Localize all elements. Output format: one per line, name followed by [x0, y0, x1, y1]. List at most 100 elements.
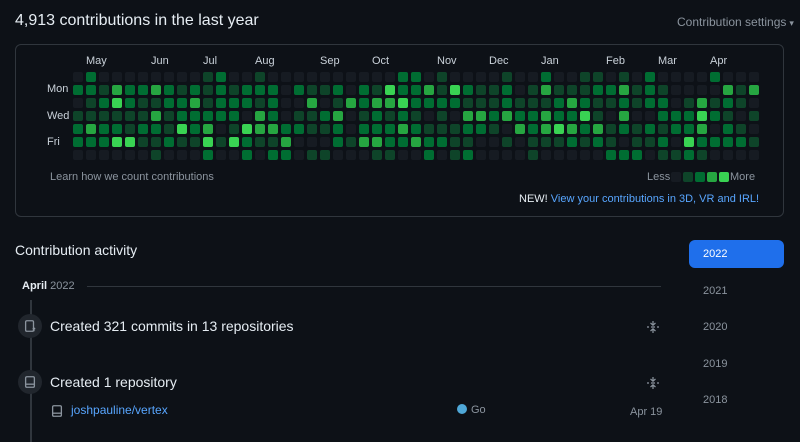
contribution-day-cell[interactable]	[333, 98, 343, 108]
contribution-day-cell[interactable]	[86, 98, 96, 108]
contribution-day-cell[interactable]	[216, 98, 226, 108]
contribution-day-cell[interactable]	[697, 98, 707, 108]
contribution-day-cell[interactable]	[645, 72, 655, 82]
contribution-day-cell[interactable]	[658, 85, 668, 95]
contribution-day-cell[interactable]	[346, 98, 356, 108]
contribution-day-cell[interactable]	[619, 98, 629, 108]
contribution-day-cell[interactable]	[125, 72, 135, 82]
contribution-day-cell[interactable]	[476, 150, 486, 160]
contribution-day-cell[interactable]	[385, 72, 395, 82]
contribution-day-cell[interactable]	[372, 98, 382, 108]
contribution-day-cell[interactable]	[73, 124, 83, 134]
contribution-day-cell[interactable]	[190, 98, 200, 108]
contribution-day-cell[interactable]	[320, 150, 330, 160]
contribution-day-cell[interactable]	[593, 72, 603, 82]
contribution-day-cell[interactable]	[398, 124, 408, 134]
contribution-day-cell[interactable]	[203, 137, 213, 147]
contribution-day-cell[interactable]	[593, 85, 603, 95]
repository-event-title[interactable]: Created 1 repository	[50, 374, 177, 390]
contribution-day-cell[interactable]	[632, 150, 642, 160]
contribution-day-cell[interactable]	[398, 150, 408, 160]
contribution-day-cell[interactable]	[528, 85, 538, 95]
contribution-day-cell[interactable]	[112, 98, 122, 108]
contribution-day-cell[interactable]	[606, 85, 616, 95]
contribution-day-cell[interactable]	[606, 150, 616, 160]
contribution-day-cell[interactable]	[99, 72, 109, 82]
contribution-day-cell[interactable]	[697, 72, 707, 82]
contribution-day-cell[interactable]	[346, 85, 356, 95]
contribution-day-cell[interactable]	[710, 111, 720, 121]
contribution-day-cell[interactable]	[697, 150, 707, 160]
contribution-day-cell[interactable]	[437, 137, 447, 147]
contribution-day-cell[interactable]	[333, 85, 343, 95]
contribution-day-cell[interactable]	[749, 124, 759, 134]
contribution-day-cell[interactable]	[749, 150, 759, 160]
contribution-day-cell[interactable]	[723, 85, 733, 95]
contribution-day-cell[interactable]	[632, 137, 642, 147]
contribution-day-cell[interactable]	[450, 137, 460, 147]
contribution-day-cell[interactable]	[580, 98, 590, 108]
contribution-day-cell[interactable]	[372, 124, 382, 134]
contribution-day-cell[interactable]	[437, 72, 447, 82]
contribution-day-cell[interactable]	[385, 98, 395, 108]
contribution-day-cell[interactable]	[320, 72, 330, 82]
contribution-day-cell[interactable]	[190, 72, 200, 82]
contribution-day-cell[interactable]	[99, 124, 109, 134]
contribution-day-cell[interactable]	[398, 72, 408, 82]
contribution-day-cell[interactable]	[255, 137, 265, 147]
contribution-day-cell[interactable]	[593, 124, 603, 134]
contribution-day-cell[interactable]	[658, 124, 668, 134]
contribution-day-cell[interactable]	[294, 150, 304, 160]
contribution-day-cell[interactable]	[177, 98, 187, 108]
contribution-day-cell[interactable]	[229, 111, 239, 121]
contribution-day-cell[interactable]	[515, 137, 525, 147]
contribution-day-cell[interactable]	[255, 150, 265, 160]
contribution-day-cell[interactable]	[359, 72, 369, 82]
contribution-day-cell[interactable]	[86, 124, 96, 134]
contribution-day-cell[interactable]	[294, 124, 304, 134]
contribution-day-cell[interactable]	[138, 124, 148, 134]
contribution-day-cell[interactable]	[450, 85, 460, 95]
contribution-day-cell[interactable]	[515, 124, 525, 134]
contribution-day-cell[interactable]	[411, 85, 421, 95]
contribution-day-cell[interactable]	[476, 72, 486, 82]
contribution-day-cell[interactable]	[138, 137, 148, 147]
contribution-day-cell[interactable]	[593, 111, 603, 121]
contribution-day-cell[interactable]	[684, 111, 694, 121]
contribution-day-cell[interactable]	[671, 98, 681, 108]
contribution-day-cell[interactable]	[476, 124, 486, 134]
contribution-day-cell[interactable]	[489, 124, 499, 134]
year-button-2022[interactable]: 2022	[689, 240, 784, 268]
contribution-day-cell[interactable]	[164, 124, 174, 134]
contribution-day-cell[interactable]	[541, 85, 551, 95]
contribution-day-cell[interactable]	[463, 124, 473, 134]
contribution-day-cell[interactable]	[554, 150, 564, 160]
contribution-day-cell[interactable]	[216, 137, 226, 147]
contribution-day-cell[interactable]	[99, 85, 109, 95]
contribution-day-cell[interactable]	[294, 85, 304, 95]
contribution-day-cell[interactable]	[281, 111, 291, 121]
contribution-day-cell[interactable]	[138, 72, 148, 82]
contribution-day-cell[interactable]	[268, 72, 278, 82]
contribution-day-cell[interactable]	[411, 111, 421, 121]
contribution-day-cell[interactable]	[359, 137, 369, 147]
contribution-day-cell[interactable]	[580, 150, 590, 160]
contribution-day-cell[interactable]	[151, 124, 161, 134]
contribution-day-cell[interactable]	[203, 98, 213, 108]
contribution-day-cell[interactable]	[307, 72, 317, 82]
contribution-day-cell[interactable]	[632, 124, 642, 134]
contribution-day-cell[interactable]	[398, 98, 408, 108]
contribution-day-cell[interactable]	[346, 150, 356, 160]
contribution-day-cell[interactable]	[424, 111, 434, 121]
contribution-day-cell[interactable]	[632, 85, 642, 95]
contribution-day-cell[interactable]	[697, 124, 707, 134]
contribution-day-cell[interactable]	[736, 150, 746, 160]
contribution-day-cell[interactable]	[749, 137, 759, 147]
contribution-day-cell[interactable]	[281, 98, 291, 108]
contribution-day-cell[interactable]	[112, 124, 122, 134]
contribution-day-cell[interactable]	[268, 98, 278, 108]
contribution-day-cell[interactable]	[450, 111, 460, 121]
contribution-day-cell[interactable]	[697, 85, 707, 95]
year-button-2021[interactable]: 2021	[703, 285, 727, 297]
contribution-day-cell[interactable]	[736, 137, 746, 147]
